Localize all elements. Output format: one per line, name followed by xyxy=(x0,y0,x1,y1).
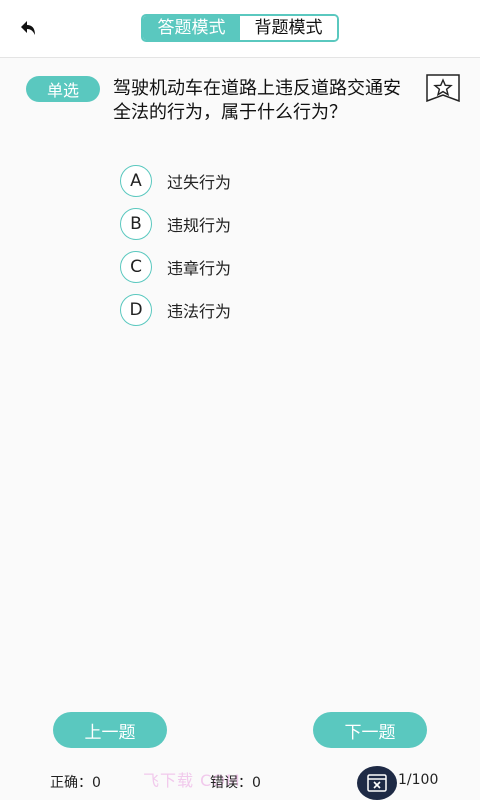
option-letter: B xyxy=(120,208,152,240)
option-d[interactable]: D 违法行为 xyxy=(120,294,231,326)
tab-answer-mode[interactable]: 答题模式 xyxy=(143,16,240,40)
back-arrow-icon xyxy=(21,21,35,35)
footer-bar: 飞下载 COM 正确：0 错误：0 1/100 xyxy=(0,764,480,800)
wrong-count: 错误：0 xyxy=(210,775,261,791)
option-text: 违章行为 xyxy=(167,259,232,278)
mode-switch: 答题模式 背题模式 xyxy=(141,14,339,42)
star-icon xyxy=(426,74,460,103)
question-progress: 1/100 xyxy=(398,772,439,788)
answer-card-icon xyxy=(367,774,387,792)
option-c[interactable]: C 违章行为 xyxy=(120,251,231,283)
tab-memorize-mode[interactable]: 背题模式 xyxy=(240,16,337,40)
favorite-button[interactable] xyxy=(426,74,460,103)
top-bar: 答题模式 背题模式 xyxy=(0,0,480,58)
correct-count: 正确：0 xyxy=(50,775,101,791)
option-text: 违规行为 xyxy=(167,216,232,235)
option-a[interactable]: A 过失行为 xyxy=(120,165,231,197)
question-type-badge: 单选 xyxy=(26,76,100,102)
question-text: 驾驶机动车在道路上违反道路交通安全法的行为，属于什么行为？ xyxy=(113,78,401,123)
option-text: 过失行为 xyxy=(167,173,232,192)
option-letter: A xyxy=(120,165,152,197)
option-text: 违法行为 xyxy=(167,302,232,321)
option-letter: C xyxy=(120,251,152,283)
back-button[interactable] xyxy=(14,14,42,42)
next-question-button[interactable]: 下一题 xyxy=(313,712,427,748)
options-list: A 过失行为 B 违规行为 C 违章行为 D 违法行为 xyxy=(120,165,231,337)
answer-card-button[interactable] xyxy=(357,766,397,800)
prev-question-button[interactable]: 上一题 xyxy=(53,712,167,748)
option-letter: D xyxy=(120,294,152,326)
option-b[interactable]: B 违规行为 xyxy=(120,208,231,240)
